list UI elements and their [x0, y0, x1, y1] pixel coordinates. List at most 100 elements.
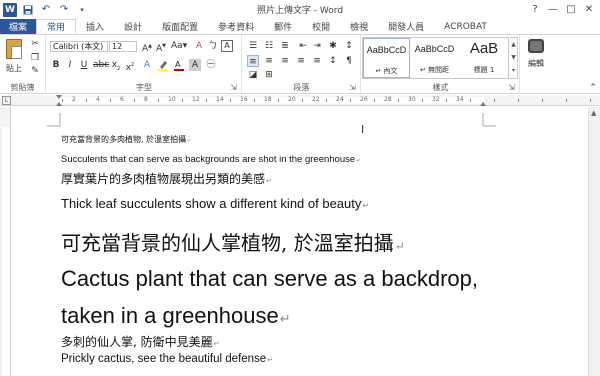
tab-acrobat[interactable]: ACROBAT [434, 19, 497, 34]
vertical-ruler [0, 107, 11, 376]
font-name-select[interactable]: Calibri (本文) [50, 41, 108, 52]
editing-button[interactable]: 編輯 [524, 39, 548, 71]
phonetic-guide-icon[interactable]: ㄅ [207, 40, 219, 52]
character-shading-icon[interactable]: A [189, 59, 201, 71]
chinese-layout-icon[interactable]: ✱ [327, 40, 339, 52]
collapse-ribbon-icon[interactable]: ⌃ [588, 83, 598, 93]
tab-review[interactable]: 校閱 [302, 19, 340, 34]
ruler-number: 10 [168, 96, 176, 103]
doc-line-7[interactable]: taken in a greenhouse↵ [61, 303, 291, 329]
italic-icon[interactable]: I [64, 59, 76, 71]
bold-icon[interactable]: B [50, 59, 62, 71]
sort-icon[interactable]: ↕ [343, 40, 355, 52]
superscript-icon[interactable]: x2 [124, 59, 136, 73]
cut-icon[interactable]: ✂ [30, 39, 40, 49]
ruler-number: 14 [216, 96, 224, 103]
left-indent-marker[interactable] [56, 102, 62, 106]
borders-icon[interactable]: ⊞ [263, 69, 275, 81]
numbering-icon[interactable]: ☷ [263, 40, 275, 52]
underline-icon[interactable]: U [78, 59, 90, 71]
decrease-indent-icon[interactable]: ⇤ [297, 40, 309, 52]
doc-line-4[interactable]: Thick leaf succulents show a different k… [61, 196, 369, 211]
doc-line-2[interactable]: Succulents that can serve as backgrounds… [61, 154, 361, 165]
ruler-number: 2 [72, 96, 76, 103]
align-right-icon[interactable]: ≡ [279, 55, 291, 67]
doc-line-1[interactable]: 可充當背景的多肉植物, 於溫室拍攝↵ [61, 134, 191, 145]
tab-developer[interactable]: 開發人員 [378, 19, 434, 34]
tab-mailings[interactable]: 郵件 [264, 19, 302, 34]
tab-file[interactable]: 檔案 [0, 19, 37, 34]
tab-references[interactable]: 參考資料 [208, 19, 264, 34]
ruler-number: 18 [264, 96, 272, 103]
paragraph-mark: ↵ [356, 158, 361, 164]
ruler-tick [278, 99, 279, 102]
strikethrough-icon[interactable]: abc [93, 59, 109, 71]
redo-icon[interactable]: ↷ [57, 3, 71, 17]
line-spacing-icon[interactable]: ↕ [327, 55, 339, 67]
grow-font-icon[interactable]: A▲ [141, 40, 153, 54]
paste-button[interactable]: 貼上 [6, 63, 22, 74]
increase-indent-icon[interactable]: ⇥ [311, 40, 323, 52]
align-left-icon[interactable]: ≡ [247, 55, 259, 67]
clear-formatting-icon[interactable]: A [193, 40, 205, 52]
customize-qat-icon[interactable]: ▾ [75, 3, 89, 17]
minimize-button[interactable]: — [544, 1, 562, 17]
character-border-icon[interactable]: A [221, 40, 233, 52]
tab-design[interactable]: 設計 [114, 19, 152, 34]
font-color-icon[interactable]: A [173, 59, 185, 71]
paragraph-group: ☰ ☷ ≣ ⇤ ⇥ ✱ ↕ ≡ ≡ ≡ ≡ ≡ ↕ ¶ ◪ ⊞ ⇲ 段落 [243, 35, 361, 94]
undo-icon[interactable]: ↶ [39, 3, 53, 17]
ruler-tick [326, 99, 327, 102]
ruler-number: 26 [360, 96, 368, 103]
ruler-tick [422, 99, 423, 102]
format-painter-icon[interactable]: ✎ [30, 66, 40, 76]
highlight-icon[interactable] [157, 59, 169, 71]
tab-selector[interactable]: L [2, 96, 11, 105]
maximize-button[interactable]: □ [562, 1, 580, 17]
distributed-icon[interactable]: ≡ [311, 55, 323, 67]
paste-icon[interactable] [6, 39, 22, 59]
ruler-tick [86, 99, 87, 102]
word-app-icon[interactable]: W [3, 2, 17, 17]
doc-line-9[interactable]: Prickly cactus, see the beautiful defens… [61, 353, 273, 365]
document-page[interactable]: I 可充當背景的多肉植物, 於溫室拍攝↵ Succulents that can… [12, 107, 588, 376]
doc-line-6[interactable]: Cactus plant that can serve as a backdro… [61, 266, 478, 292]
save-icon[interactable] [21, 3, 35, 17]
doc-line-8-text: 多刺的仙人掌, 防衛中見美麗 [61, 335, 213, 349]
shading-icon[interactable]: ◪ [247, 69, 259, 81]
doc-line-5[interactable]: 可充當背景的仙人掌植物, 於溫室拍攝↵ [61, 227, 405, 256]
help-button[interactable]: ? [526, 1, 544, 17]
right-indent-marker[interactable] [480, 102, 486, 106]
ruler-tick [470, 99, 471, 102]
tab-insert[interactable]: 插入 [76, 19, 114, 34]
font-group-label: 字型 [136, 83, 152, 92]
tab-view[interactable]: 檢視 [340, 19, 378, 34]
change-case-icon[interactable]: Aa▾ [171, 40, 187, 52]
bullets-icon[interactable]: ☰ [247, 40, 259, 52]
enclose-characters-icon[interactable]: ㊀ [205, 59, 217, 71]
font-size-select[interactable]: 12 [109, 41, 137, 52]
multilevel-list-icon[interactable]: ≣ [279, 40, 291, 52]
ruler-number: 34 [456, 96, 464, 103]
crop-mark-top-left [47, 113, 61, 127]
scroll-up-icon[interactable]: ▲ [591, 109, 596, 117]
ruler-number: 16 [240, 96, 248, 103]
ruler-tick [62, 99, 63, 102]
show-marks-icon[interactable]: ¶ [343, 55, 355, 67]
close-button[interactable]: ✕ [580, 1, 598, 17]
vertical-scrollbar[interactable]: ▲ [588, 107, 600, 376]
shrink-font-icon[interactable]: A▼ [155, 40, 167, 54]
ruler-tick [350, 99, 351, 102]
ruler-tick [158, 99, 159, 102]
subscript-icon[interactable]: x2 [110, 59, 122, 72]
copy-icon[interactable]: ❐ [30, 53, 40, 63]
tab-layout[interactable]: 版面配置 [152, 19, 208, 34]
styles-group-label: 樣式 [432, 83, 449, 92]
doc-line-3[interactable]: 厚實葉片的多肉植物展現出另類的美感↵ [61, 170, 272, 187]
ribbon-tabs: 檔案 常用 插入 設計 版面配置 參考資料 郵件 校閱 檢視 開發人員 ACRO… [0, 19, 600, 34]
justify-icon[interactable]: ≡ [295, 55, 307, 67]
align-center-icon[interactable]: ≡ [263, 55, 275, 67]
tab-home[interactable]: 常用 [36, 19, 77, 34]
doc-line-8[interactable]: 多刺的仙人掌, 防衛中見美麗↵ [61, 333, 220, 350]
text-effects-icon[interactable]: A [141, 59, 153, 71]
